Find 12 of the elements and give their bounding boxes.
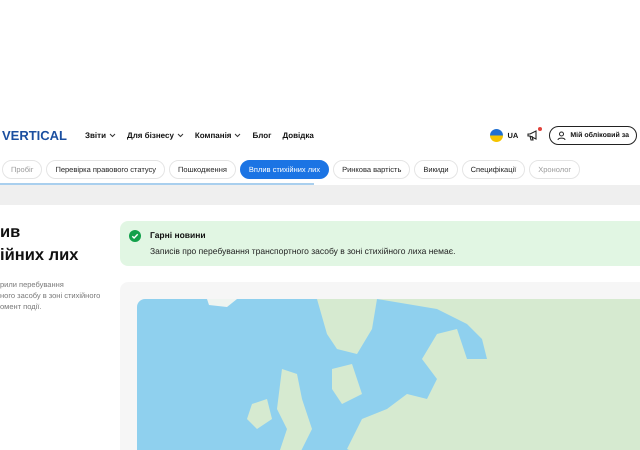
nav-link[interactable]: Довідка <box>282 130 314 140</box>
alert-title: Гарні новини <box>150 230 207 240</box>
nav-link[interactable]: Блог <box>252 130 272 140</box>
logo[interactable]: VERTICAL <box>2 128 67 142</box>
user-icon <box>557 130 566 140</box>
section-title: ив ійних лих <box>0 222 80 266</box>
nav-link[interactable]: Звіти <box>85 130 116 140</box>
nav-link[interactable]: Для бізнесу <box>127 130 184 140</box>
check-circle-icon <box>129 230 141 242</box>
flag-icon <box>490 128 504 142</box>
nav-link[interactable]: Компанія <box>194 130 242 140</box>
alert-message: Записів про перебування транспортного засобу в зоні стихійного лиха немає. <box>150 246 456 256</box>
